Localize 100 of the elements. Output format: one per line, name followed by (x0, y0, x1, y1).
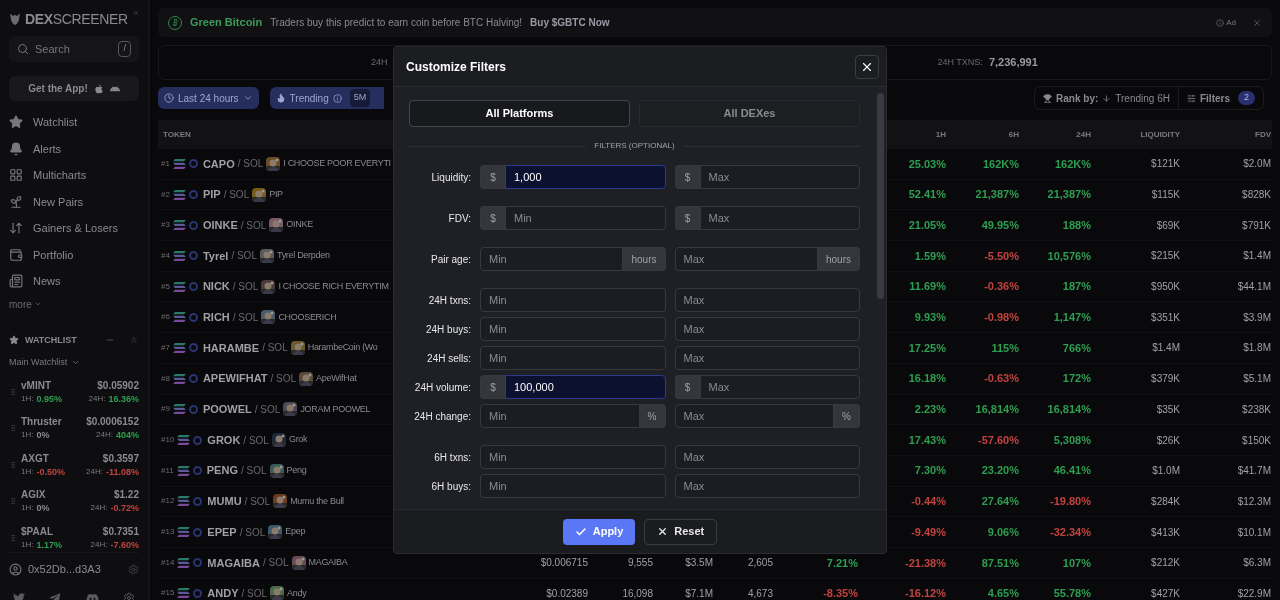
timeframe-dropdown[interactable]: Last 24 hours (158, 87, 259, 109)
nav-item[interactable]: News (9, 268, 139, 295)
change-cell-text: 115% (991, 340, 1019, 356)
column-header[interactable]: 6H (1008, 128, 1019, 141)
watched-token-row[interactable]: AGIX $1.22 1H: 0% 24H: -0.72% (9, 487, 139, 516)
get-app-button[interactable]: Get the App! (9, 76, 139, 101)
token-name: JORAM POOWEL (300, 402, 371, 416)
input-field[interactable]: Max (674, 247, 818, 271)
input-field[interactable]: Max (699, 206, 860, 230)
table-cell-text: 4,673 (747, 586, 773, 600)
table-cell-text: $2.0M (1243, 157, 1271, 172)
search-field[interactable]: Search / (9, 36, 139, 62)
drag-handle-icon[interactable] (9, 460, 17, 469)
nav-item[interactable]: Alerts (9, 135, 139, 162)
watched-token-row[interactable]: Thruster $0.0006152 1H: 0% 24H: 404% (9, 414, 139, 443)
column-header[interactable]: FDV (1255, 128, 1271, 141)
nav-item[interactable]: Gainers & Losers (9, 215, 139, 242)
input-field[interactable]: Max (699, 165, 860, 189)
table-cell-text: $7.1M (685, 586, 713, 600)
column-header[interactable]: 24H (1076, 128, 1091, 141)
token-symbol: PENG (206, 463, 238, 479)
reset-button[interactable]: Reset (644, 518, 718, 545)
quote-symbol: / SOL (232, 310, 259, 325)
chat-icon[interactable] (85, 591, 99, 600)
table-cell-text: $35K (1156, 402, 1180, 417)
watched-token-row[interactable]: vMINT $0.05902 1H: 0.95% 24H: 16.36% (9, 377, 139, 406)
drag-handle-icon[interactable] (9, 424, 17, 433)
close-icon[interactable] (1252, 17, 1262, 28)
nav-item[interactable]: Multicharts (9, 162, 139, 189)
collapse-icon[interactable] (129, 335, 139, 346)
rank-number: #3 (161, 219, 170, 232)
apply-button[interactable]: Apply (562, 518, 636, 545)
scrollbar[interactable] (877, 93, 884, 299)
more-link[interactable]: more (9, 296, 139, 312)
input-field[interactable]: Min (480, 346, 666, 370)
filters-label: Filters (1199, 91, 1230, 106)
change-cell-text: 11.69% (909, 279, 946, 295)
unit-label: hours (818, 247, 860, 271)
count-badge: 2 (1238, 91, 1255, 105)
close-button[interactable] (855, 54, 879, 79)
watched-token-row[interactable]: $PAAL $0.7351 1H: 1.17% 24H: -7.60% (9, 523, 139, 552)
input-field[interactable]: Max (699, 375, 860, 399)
ad-link[interactable]: Buy $GBTC Now (530, 15, 610, 30)
nav-item[interactable]: Portfolio (9, 241, 139, 268)
arrow-down-icon (1102, 93, 1112, 103)
ad-banner[interactable]: Green Bitcoin Traders buy this predict to earn coin before BTC Halving! Buy $GBTC Now Ad (158, 8, 1272, 37)
input-field[interactable]: Min (480, 247, 624, 271)
column-header[interactable]: LIQUIDITY (1140, 128, 1180, 141)
quote-symbol: / SOL (232, 280, 259, 295)
nav-item[interactable]: New Pairs (9, 188, 139, 215)
input-field[interactable]: 100,000 (505, 375, 666, 399)
input-field[interactable]: 1,000 (505, 165, 666, 189)
table-cell-text: $6.3M (1243, 556, 1271, 571)
table-cell-text: $26K (1156, 433, 1180, 448)
input-field[interactable]: Max (674, 288, 860, 312)
input-field[interactable]: Min (480, 288, 666, 312)
change-cell-text: 5,308% (1053, 432, 1091, 448)
token-symbol: HARAMBE (202, 340, 260, 356)
paper-plane-icon[interactable] (49, 592, 62, 600)
wallet-address[interactable]: 0x52Db...d3A3 (28, 561, 101, 578)
input-field[interactable]: Min (480, 474, 666, 498)
input-field[interactable]: Min (480, 404, 640, 428)
input-field[interactable]: Max (674, 346, 860, 370)
change-label: 24H: (96, 429, 113, 441)
input-field[interactable]: Max (674, 317, 860, 341)
change-cell-text: 1,147% (1053, 310, 1091, 326)
input-field[interactable]: Min (480, 445, 666, 469)
watched-token-row[interactable]: AXGT $0.3597 1H: -0.50% 24H: -11.08% (9, 450, 139, 479)
watchlist-dropdown[interactable]: Main Watchlist (9, 356, 139, 370)
token-name: Epep (285, 525, 306, 539)
input-field[interactable]: Max (674, 445, 860, 469)
drag-handle-icon[interactable] (9, 387, 17, 396)
stat-value: 7,236,991 (988, 55, 1038, 71)
token-name: Mumu the Bull (290, 494, 344, 508)
nav-item[interactable]: Watchlist (9, 109, 139, 136)
input-field[interactable]: Min (480, 317, 666, 341)
settings-icon[interactable] (128, 563, 139, 575)
chain-icon (172, 189, 186, 200)
chain-icon (172, 342, 186, 353)
input-field[interactable]: Max (674, 404, 834, 428)
input-field[interactable]: Max (674, 474, 860, 498)
platform-tab[interactable]: All Platforms (409, 100, 630, 127)
drag-handle-icon[interactable] (9, 497, 17, 506)
quote-symbol: / SOL (231, 249, 257, 264)
field-label: 24H txns: (427, 293, 471, 308)
column-header[interactable]: 1H (935, 128, 946, 141)
chain-icon (172, 312, 186, 323)
drag-handle-icon[interactable] (9, 533, 17, 542)
input-field[interactable]: Min (505, 206, 666, 230)
platform-tab[interactable]: All DEXes (639, 100, 860, 127)
time-window-tab[interactable]: 5M (349, 89, 371, 107)
change-cell-text: 21.05% (908, 217, 946, 233)
token-symbol: $PAAL (21, 524, 54, 539)
table-row[interactable]: #15 ANDY / SOL Andy $0.02389 16,098 $7.1M 4,673 -8.35% -16.12% 4.65% 55.78% $427K $22.9M (158, 578, 1272, 600)
change-cell-text: -32.34% (1050, 524, 1091, 540)
chain-icon (172, 220, 186, 231)
flame-icon (275, 93, 286, 103)
sort-control[interactable]: Rank by: Trending 6H Filters 2 (1034, 86, 1264, 110)
section-title: FILTERS (OPTIONAL) (594, 140, 675, 152)
table-cell-text: $791K (1242, 218, 1271, 233)
